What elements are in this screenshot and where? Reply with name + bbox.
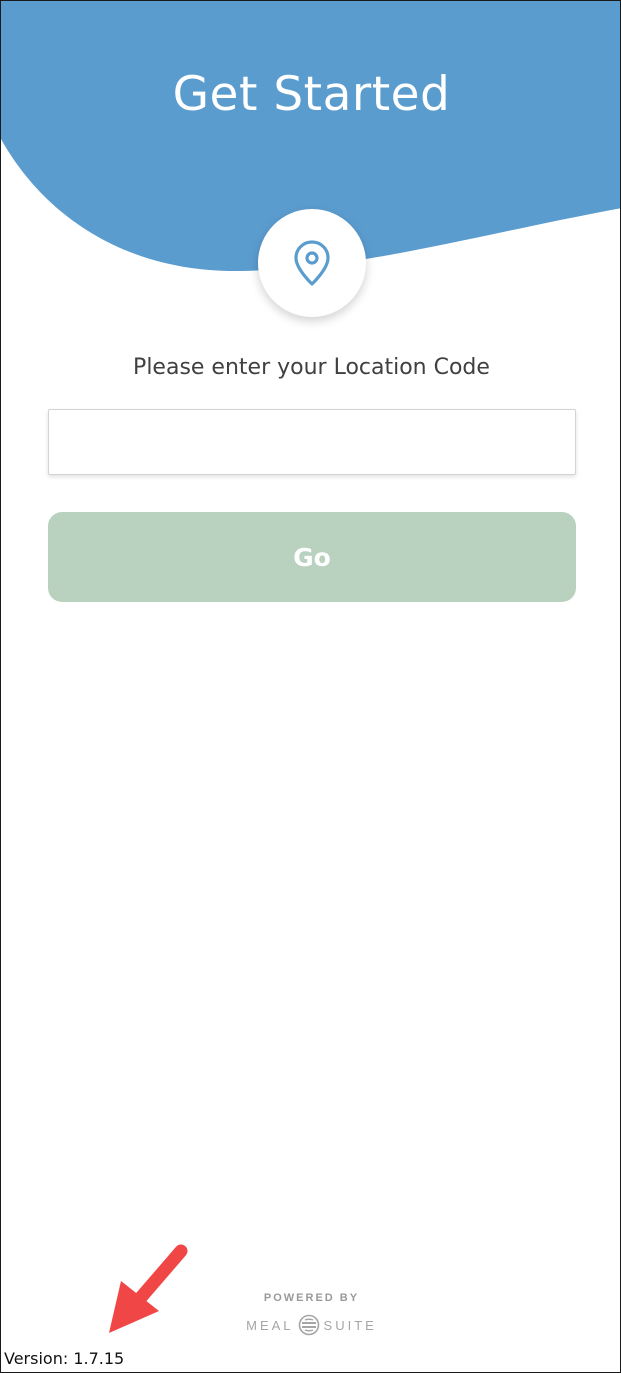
mealsuite-logo: MEAL SUITE [1, 1314, 620, 1336]
mealsuite-logo-icon [298, 1314, 320, 1336]
powered-by-label: POWERED BY [263, 1292, 360, 1304]
page-title: Get Started [172, 67, 451, 122]
location-badge [258, 209, 366, 317]
map-pin-icon [294, 240, 330, 286]
brand-right-text: SUITE [323, 1317, 377, 1333]
brand-left-text: MEAL [246, 1317, 294, 1333]
location-code-input[interactable] [48, 409, 576, 475]
arrow-pointer-icon [109, 1244, 188, 1333]
location-code-prompt: Please enter your Location Code [133, 355, 490, 380]
go-button[interactable]: Go [48, 512, 576, 602]
app-window: Get Started Please enter your Location C… [0, 0, 621, 1373]
version-label: Version: 1.7.15 [4, 1349, 125, 1368]
